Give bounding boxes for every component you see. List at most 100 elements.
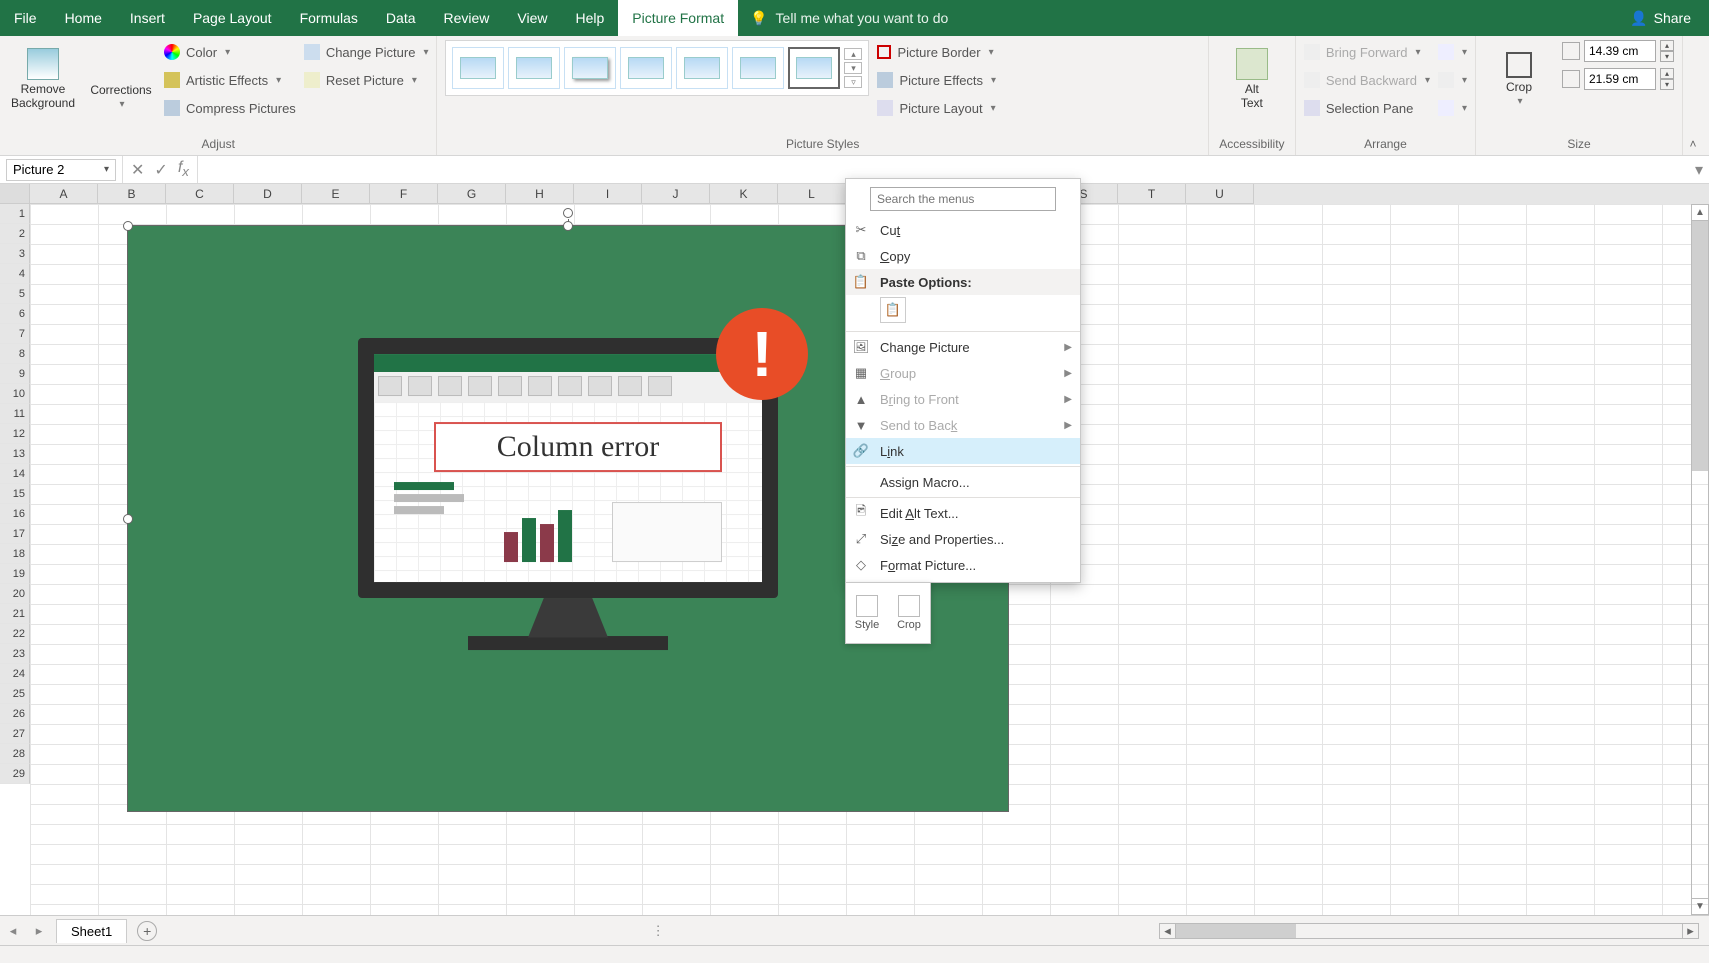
row-header-19[interactable]: 19 <box>0 564 30 584</box>
name-box[interactable]: Picture 2 ▾ <box>6 159 116 181</box>
row-header-4[interactable]: 4 <box>0 264 30 284</box>
picture-effects-button[interactable]: Picture Effects▾ <box>877 68 996 92</box>
column-header-B[interactable]: B <box>98 184 166 204</box>
resize-handle-ml[interactable] <box>123 514 133 524</box>
ctx-copy[interactable]: ⧉Copy <box>846 243 1080 269</box>
menu-tab-help[interactable]: Help <box>562 0 619 36</box>
row-header-3[interactable]: 3 <box>0 244 30 264</box>
change-picture-button[interactable]: Change Picture▾ <box>304 40 429 64</box>
spin-up[interactable]: ▴ <box>1660 40 1674 51</box>
mini-crop-button[interactable]: Crop <box>888 583 930 643</box>
menu-tab-home[interactable]: Home <box>51 0 116 36</box>
row-header-25[interactable]: 25 <box>0 684 30 704</box>
mini-style-button[interactable]: Style <box>846 583 888 643</box>
row-header-13[interactable]: 13 <box>0 444 30 464</box>
paste-option-button[interactable]: 📋 <box>880 297 906 323</box>
color-button[interactable]: Color▾ <box>164 40 296 64</box>
row-header-26[interactable]: 26 <box>0 704 30 724</box>
picture-style-6[interactable] <box>732 47 784 89</box>
enter-formula-icon[interactable]: ✓ <box>154 160 167 180</box>
picture-layout-button[interactable]: Picture Layout▾ <box>877 96 996 120</box>
row-header-22[interactable]: 22 <box>0 624 30 644</box>
menu-tab-formulas[interactable]: Formulas <box>286 0 372 36</box>
row-header-17[interactable]: 17 <box>0 524 30 544</box>
column-header-H[interactable]: H <box>506 184 574 204</box>
ctx-cut[interactable]: ✂Cut <box>846 217 1080 243</box>
sheet-nav-next[interactable]: ▸ <box>26 923 52 939</box>
column-header-F[interactable]: F <box>370 184 438 204</box>
row-header-7[interactable]: 7 <box>0 324 30 344</box>
row-header-29[interactable]: 29 <box>0 764 30 784</box>
rotate-button[interactable]: ▾ <box>1438 96 1467 120</box>
scroll-up-icon[interactable]: ▲ <box>1692 205 1708 221</box>
rotate-handle[interactable] <box>563 208 573 218</box>
row-header-1[interactable]: 1 <box>0 204 30 224</box>
picture-style-5[interactable] <box>676 47 728 89</box>
picture-style-4[interactable] <box>620 47 672 89</box>
collapse-ribbon-button[interactable]: ˄ <box>1683 137 1703 151</box>
column-header-A[interactable]: A <box>30 184 98 204</box>
context-search-input[interactable] <box>870 187 1056 211</box>
more-icon[interactable]: ▿ <box>844 76 862 88</box>
row-header-14[interactable]: 14 <box>0 464 30 484</box>
add-sheet-button[interactable]: + <box>137 921 157 941</box>
row-header-23[interactable]: 23 <box>0 644 30 664</box>
row-header-15[interactable]: 15 <box>0 484 30 504</box>
alt-text-button[interactable]: Alt Text <box>1217 40 1287 118</box>
ctx-format-picture-[interactable]: ◇Format Picture... <box>846 552 1080 578</box>
row-header-10[interactable]: 10 <box>0 384 30 404</box>
chevron-up-icon[interactable]: ▴ <box>844 48 862 60</box>
group-objects-button[interactable]: ▾ <box>1438 68 1467 92</box>
picture-style-1[interactable] <box>452 47 504 89</box>
picture-style-3[interactable] <box>564 47 616 89</box>
send-backward-button[interactable]: Send Backward▾ <box>1304 68 1430 92</box>
row-header-28[interactable]: 28 <box>0 744 30 764</box>
height-input[interactable] <box>1584 40 1656 62</box>
column-header-J[interactable]: J <box>642 184 710 204</box>
row-header-18[interactable]: 18 <box>0 544 30 564</box>
column-header-K[interactable]: K <box>710 184 778 204</box>
share-button[interactable]: 👤 Share <box>1630 10 1691 27</box>
column-header-U[interactable]: U <box>1186 184 1254 204</box>
ctx-link[interactable]: 🔗Link <box>846 438 1080 464</box>
column-header-C[interactable]: C <box>166 184 234 204</box>
column-header-I[interactable]: I <box>574 184 642 204</box>
row-header-9[interactable]: 9 <box>0 364 30 384</box>
ctx-change-picture[interactable]: 🖼Change Picture▶ <box>846 334 1080 360</box>
expand-formula-bar[interactable]: ▾ <box>1689 160 1709 180</box>
ctx-paste-options[interactable]: 📋Paste Options: <box>846 269 1080 295</box>
select-all-corner[interactable] <box>0 184 30 204</box>
remove-background-button[interactable]: Remove Background <box>8 40 78 118</box>
selection-pane-button[interactable]: Selection Pane <box>1304 96 1430 120</box>
picture-style-7[interactable] <box>788 47 840 89</box>
corrections-button[interactable]: Corrections ▾ <box>86 40 156 118</box>
menu-tab-page-layout[interactable]: Page Layout <box>179 0 286 36</box>
column-header-E[interactable]: E <box>302 184 370 204</box>
artistic-effects-button[interactable]: Artistic Effects▾ <box>164 68 296 92</box>
ctx-size-and-properties-[interactable]: ⤢Size and Properties... <box>846 526 1080 552</box>
resize-handle-tm[interactable] <box>563 221 573 231</box>
width-input[interactable] <box>1584 68 1656 90</box>
sheet-nav-prev[interactable]: ◂ <box>0 923 26 939</box>
cancel-formula-icon[interactable]: ✕ <box>131 160 144 180</box>
spin-down[interactable]: ▾ <box>1660 51 1674 62</box>
row-header-24[interactable]: 24 <box>0 664 30 684</box>
scroll-left-icon[interactable]: ◂ <box>1160 923 1176 939</box>
resize-handle-tl[interactable] <box>123 221 133 231</box>
row-header-27[interactable]: 27 <box>0 724 30 744</box>
hscroll-thumb[interactable] <box>1176 924 1296 938</box>
picture-border-button[interactable]: Picture Border▾ <box>877 40 996 64</box>
column-header-L[interactable]: L <box>778 184 846 204</box>
scroll-right-icon[interactable]: ▸ <box>1682 923 1698 939</box>
crop-button[interactable]: Crop ▾ <box>1484 40 1554 118</box>
fx-icon[interactable]: fx <box>178 159 189 179</box>
row-header-11[interactable]: 11 <box>0 404 30 424</box>
menu-tab-insert[interactable]: Insert <box>116 0 179 36</box>
row-header-12[interactable]: 12 <box>0 424 30 444</box>
ctx-assign-macro-[interactable]: Assign Macro... <box>846 469 1080 495</box>
row-header-6[interactable]: 6 <box>0 304 30 324</box>
spin-up[interactable]: ▴ <box>1660 68 1674 79</box>
picture-styles-gallery[interactable]: ▴▾▿ <box>445 40 869 96</box>
vertical-scrollbar[interactable]: ▲ ▼ <box>1691 204 1709 915</box>
compress-pictures-button[interactable]: Compress Pictures <box>164 96 296 120</box>
